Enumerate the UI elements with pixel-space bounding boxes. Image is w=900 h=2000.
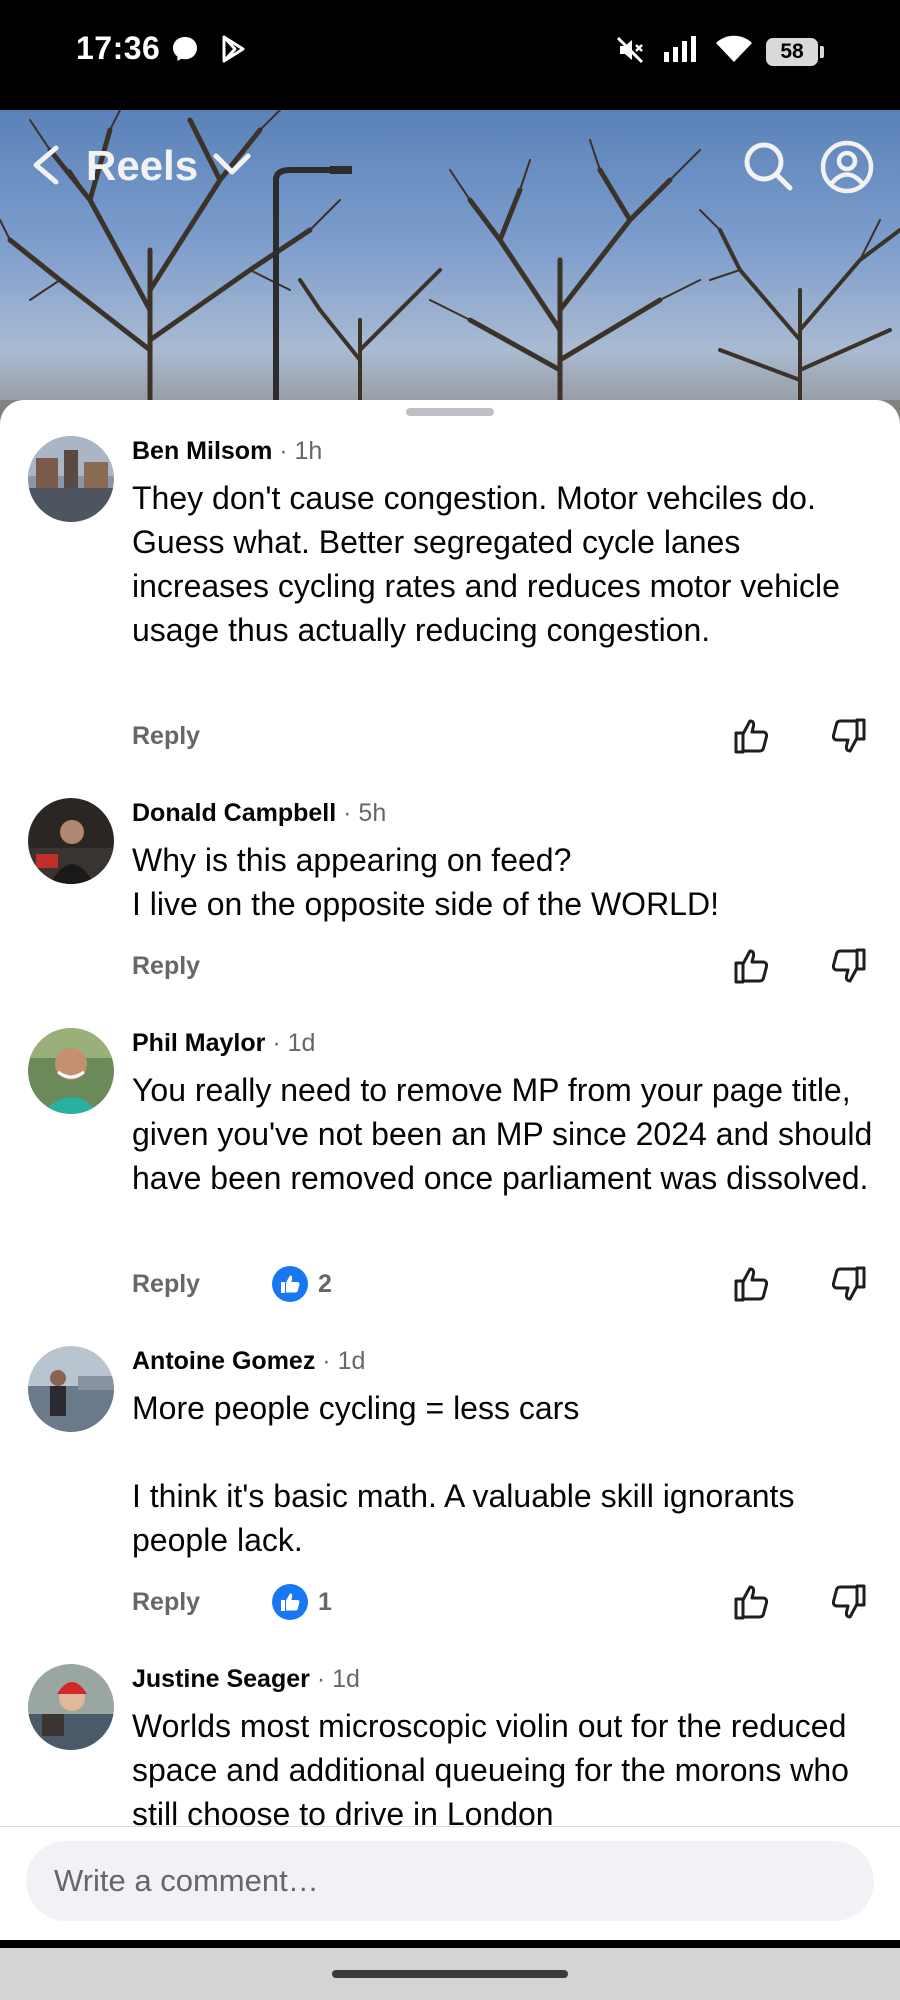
comment-header: Phil Maylor · 1d (132, 1028, 315, 1058)
comment-text: More people cycling = less cars I think … (132, 1386, 882, 1562)
commenter-name[interactable]: Phil Maylor (132, 1029, 265, 1057)
comment-text: Worlds most microscopic violin out for t… (132, 1704, 882, 1836)
wifi-icon (716, 35, 752, 62)
comment-line: Why is this appearing on feed? (132, 842, 572, 878)
comment-composer (0, 1826, 900, 1940)
comment-line: You really need to remove MP from your p… (132, 1072, 873, 1196)
avatar[interactable] (28, 1028, 114, 1114)
comment-actions: Reply 2 (0, 1264, 900, 1304)
search-icon[interactable] (742, 140, 794, 192)
comment-text: You really need to remove MP from your p… (132, 1068, 882, 1200)
play-store-icon (222, 35, 245, 63)
comment-actions: Reply 1 (0, 1582, 900, 1622)
thumbs-down-icon[interactable] (828, 1264, 868, 1304)
back-arrow-icon[interactable] (26, 140, 66, 190)
comment-line: Worlds most microscopic violin out for t… (132, 1708, 849, 1832)
reaction-summary[interactable]: 1 (272, 1584, 332, 1620)
commenter-name[interactable]: Donald Campbell (132, 799, 336, 827)
comment-blank-line (132, 1430, 882, 1474)
comment-actions: Reply (0, 946, 900, 986)
avatar[interactable] (28, 1664, 114, 1750)
battery-tip (820, 46, 824, 58)
comment-header: Donald Campbell · 5h (132, 798, 386, 828)
reaction-count: 2 (318, 1269, 332, 1298)
comment-time: · 5h (343, 799, 387, 827)
battery-icon: 58 (766, 38, 818, 66)
comment-time: · 1d (272, 1029, 316, 1057)
avatar[interactable] (28, 1346, 114, 1432)
thumbs-down-icon[interactable] (828, 716, 868, 756)
comment-header: Ben Milsom · 1h (132, 436, 322, 466)
comment-time: · 1d (316, 1665, 360, 1693)
comment-text: They don't cause congestion. Motor vehci… (132, 476, 882, 652)
home-indicator[interactable] (332, 1970, 568, 1978)
comment-line: I think it's basic math. A valuable skil… (132, 1478, 795, 1558)
sheet-drag-handle[interactable] (406, 408, 494, 416)
comment-line: They don't cause congestion. Motor vehci… (132, 480, 840, 648)
messenger-icon (173, 37, 197, 61)
comment-line: More people cycling = less cars (132, 1390, 580, 1426)
thumbs-up-icon[interactable] (732, 1264, 772, 1304)
thumbs-down-icon[interactable] (828, 1582, 868, 1622)
thumbs-up-icon[interactable] (732, 946, 772, 986)
reply-button[interactable]: Reply (132, 946, 200, 986)
signal-icon (664, 36, 696, 62)
comment-input[interactable] (26, 1841, 874, 1921)
comment-time: · 1d (322, 1347, 366, 1375)
like-reaction-icon (272, 1266, 308, 1302)
reels-header: Reels (0, 110, 900, 220)
commenter-name[interactable]: Ben Milsom (132, 437, 272, 465)
comments-sheet: Ben Milsom · 1h They don't cause congest… (0, 400, 900, 1940)
avatar[interactable] (28, 798, 114, 884)
reply-button[interactable]: Reply (132, 716, 200, 756)
comment-text: Why is this appearing on feed? I live on… (132, 838, 882, 926)
commenter-name[interactable]: Justine Seager (132, 1665, 310, 1693)
reaction-count: 1 (318, 1587, 332, 1616)
reels-title[interactable]: Reels (86, 142, 198, 190)
mute-icon (616, 36, 644, 64)
avatar[interactable] (28, 436, 114, 522)
like-reaction-icon (272, 1584, 308, 1620)
system-nav-bar (0, 1948, 900, 2000)
comment-actions: Reply (0, 716, 900, 756)
thumbs-down-icon[interactable] (828, 946, 868, 986)
status-time: 17:36 (76, 30, 161, 66)
chevron-down-icon[interactable] (210, 150, 254, 180)
reply-button[interactable]: Reply (132, 1582, 200, 1622)
comment-header: Antoine Gomez · 1d (132, 1346, 365, 1376)
commenter-name[interactable]: Antoine Gomez (132, 1347, 315, 1375)
reaction-summary[interactable]: 2 (272, 1266, 332, 1302)
comment-header: Justine Seager · 1d (132, 1664, 360, 1694)
bottom-strip (0, 1940, 900, 1948)
reply-button[interactable]: Reply (132, 1264, 200, 1304)
comment-line: I live on the opposite side of the WORLD… (132, 886, 719, 922)
comment-time: · 1h (279, 437, 323, 465)
status-bar: 17:36 58 (0, 0, 900, 110)
thumbs-up-icon[interactable] (732, 716, 772, 756)
profile-icon[interactable] (820, 140, 874, 194)
thumbs-up-icon[interactable] (732, 1582, 772, 1622)
